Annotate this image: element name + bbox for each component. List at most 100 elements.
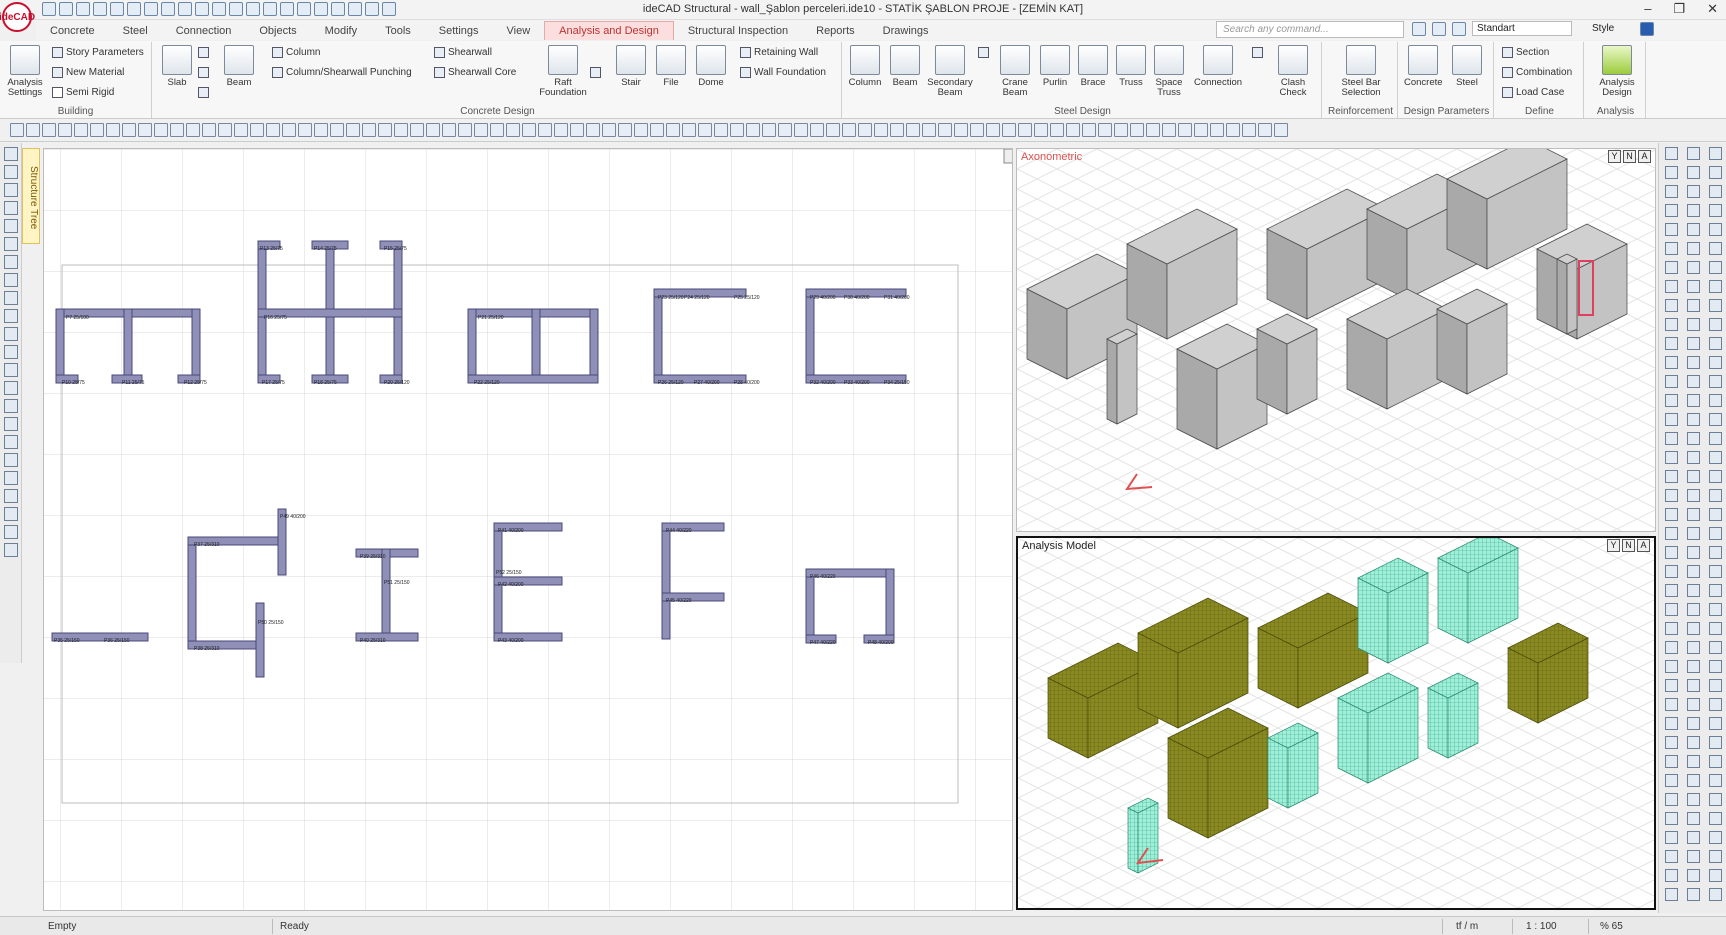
shearwall-segment[interactable] bbox=[531, 308, 541, 384]
view-n-button[interactable]: N bbox=[1623, 150, 1636, 163]
object-tool-icon[interactable] bbox=[1687, 698, 1700, 711]
purlin-button[interactable]: Purlin bbox=[1036, 45, 1074, 88]
wall-block-3d[interactable] bbox=[1106, 338, 1118, 425]
object-tool-icon[interactable] bbox=[1665, 204, 1678, 217]
drawing-tool-icon[interactable] bbox=[874, 123, 888, 137]
object-tool-icon[interactable] bbox=[1709, 223, 1722, 236]
object-tool-icon[interactable] bbox=[1665, 318, 1678, 331]
drawing-tool-icon[interactable] bbox=[1178, 123, 1192, 137]
object-tool-icon[interactable] bbox=[1709, 318, 1722, 331]
object-tool-icon[interactable] bbox=[1709, 755, 1722, 768]
object-tool-icon[interactable] bbox=[1709, 185, 1722, 198]
side-tool-icon[interactable] bbox=[4, 489, 18, 503]
object-tool-icon[interactable] bbox=[1687, 793, 1700, 806]
side-tool-icon[interactable] bbox=[4, 147, 18, 161]
view-y-button[interactable]: Y bbox=[1608, 150, 1621, 163]
drawing-tool-icon[interactable] bbox=[682, 123, 696, 137]
beam-design-button[interactable]: Beam bbox=[220, 45, 258, 88]
wall-block-3d[interactable] bbox=[1566, 258, 1578, 335]
object-tool-icon[interactable] bbox=[1709, 299, 1722, 312]
object-tool-icon[interactable] bbox=[1709, 584, 1722, 597]
object-tool-icon[interactable] bbox=[1687, 831, 1700, 844]
drawing-tool-icon[interactable] bbox=[1114, 123, 1128, 137]
side-tool-icon[interactable] bbox=[4, 435, 18, 449]
drawing-tool-icon[interactable] bbox=[202, 123, 216, 137]
object-tool-icon[interactable] bbox=[1687, 565, 1700, 578]
drawing-tool-icon[interactable] bbox=[234, 123, 248, 137]
side-tool-icon[interactable] bbox=[4, 507, 18, 521]
drawing-tool-icon[interactable] bbox=[1002, 123, 1016, 137]
object-tool-icon[interactable] bbox=[1687, 166, 1700, 179]
object-tool-icon[interactable] bbox=[1709, 470, 1722, 483]
object-tool-icon[interactable] bbox=[1709, 660, 1722, 673]
axonometric-drawing[interactable] bbox=[1017, 149, 1656, 532]
analysis-settings-button[interactable]: Analysis Settings bbox=[6, 45, 44, 98]
object-tool-icon[interactable] bbox=[1665, 584, 1678, 597]
drawing-tool-icon[interactable] bbox=[426, 123, 440, 137]
tab-settings[interactable]: Settings bbox=[425, 22, 493, 40]
drawing-tool-icon[interactable] bbox=[154, 123, 168, 137]
side-tool-icon[interactable] bbox=[4, 255, 18, 269]
drawing-tool-icon[interactable] bbox=[26, 123, 40, 137]
shearwall-segment[interactable] bbox=[653, 288, 663, 384]
object-tool-icon[interactable] bbox=[1709, 565, 1722, 578]
object-tool-icon[interactable] bbox=[1665, 508, 1678, 521]
drawing-tool-icon[interactable] bbox=[746, 123, 760, 137]
object-tool-icon[interactable] bbox=[1665, 470, 1678, 483]
object-tool-icon[interactable] bbox=[1665, 432, 1678, 445]
side-tool-icon[interactable] bbox=[4, 273, 18, 287]
object-tool-icon[interactable] bbox=[1687, 641, 1700, 654]
drawing-tool-icon[interactable] bbox=[1066, 123, 1080, 137]
shearwall-segment[interactable] bbox=[805, 568, 815, 644]
drawing-tool-icon[interactable] bbox=[186, 123, 200, 137]
object-tool-icon[interactable] bbox=[1709, 888, 1722, 901]
drawing-tool-icon[interactable] bbox=[1210, 123, 1224, 137]
drawing-tool-icon[interactable] bbox=[10, 123, 24, 137]
object-tool-icon[interactable] bbox=[1687, 375, 1700, 388]
shearwall-segment[interactable] bbox=[191, 308, 201, 384]
tab-structural-inspection[interactable]: Structural Inspection bbox=[674, 22, 802, 40]
retaining-wall-button[interactable]: Retaining Wall bbox=[740, 47, 818, 58]
drawing-tool-icon[interactable] bbox=[1082, 123, 1096, 137]
object-tool-icon[interactable] bbox=[1687, 337, 1700, 350]
slab-moments-button[interactable] bbox=[198, 67, 209, 78]
style-menu[interactable]: Style bbox=[1592, 23, 1614, 34]
object-tool-icon[interactable] bbox=[1687, 470, 1700, 483]
raft-options-button[interactable] bbox=[590, 67, 601, 78]
drawing-tool-icon[interactable] bbox=[1130, 123, 1144, 137]
analysis-design-button[interactable]: Analysis Design bbox=[1594, 45, 1640, 98]
drawing-tool-icon[interactable] bbox=[858, 123, 872, 137]
truss-button[interactable]: Truss bbox=[1112, 45, 1150, 88]
side-tool-icon[interactable] bbox=[4, 201, 18, 215]
side-tool-icon[interactable] bbox=[4, 417, 18, 431]
object-tool-icon[interactable] bbox=[1687, 755, 1700, 768]
drawing-tool-icon[interactable] bbox=[394, 123, 408, 137]
section-button[interactable]: Section bbox=[1502, 47, 1549, 58]
side-tool-icon[interactable] bbox=[4, 327, 18, 341]
drawing-tool-icon[interactable] bbox=[602, 123, 616, 137]
object-tool-icon[interactable] bbox=[1665, 793, 1678, 806]
object-tool-icon[interactable] bbox=[1709, 451, 1722, 464]
object-tool-icon[interactable] bbox=[1709, 698, 1722, 711]
object-tool-icon[interactable] bbox=[1709, 337, 1722, 350]
object-tool-icon[interactable] bbox=[1687, 812, 1700, 825]
app-logo[interactable]: ideCAD bbox=[0, 2, 35, 32]
object-tool-icon[interactable] bbox=[1687, 280, 1700, 293]
side-tool-icon[interactable] bbox=[4, 165, 18, 179]
side-tool-icon[interactable] bbox=[4, 183, 18, 197]
shearwall-core-button[interactable]: Shearwall Core bbox=[434, 67, 516, 78]
drawing-tool-icon[interactable] bbox=[842, 123, 856, 137]
drawing-tool-icon[interactable] bbox=[570, 123, 584, 137]
object-tool-icon[interactable] bbox=[1687, 318, 1700, 331]
analysis-model-drawing[interactable] bbox=[1018, 538, 1654, 908]
load-case-button[interactable]: Load Case bbox=[1502, 87, 1564, 98]
combination-button[interactable]: Combination bbox=[1502, 67, 1572, 78]
drawing-tool-icon[interactable] bbox=[218, 123, 232, 137]
drawing-tool-icon[interactable] bbox=[554, 123, 568, 137]
side-tool-icon[interactable] bbox=[4, 525, 18, 539]
analysis-view-n-button[interactable]: N bbox=[1622, 539, 1635, 552]
dome-design-button[interactable]: Dome bbox=[692, 45, 730, 88]
drawing-tool-icon[interactable] bbox=[250, 123, 264, 137]
shearwall-segment[interactable] bbox=[589, 308, 599, 384]
column-design-button[interactable]: Column bbox=[272, 47, 320, 58]
